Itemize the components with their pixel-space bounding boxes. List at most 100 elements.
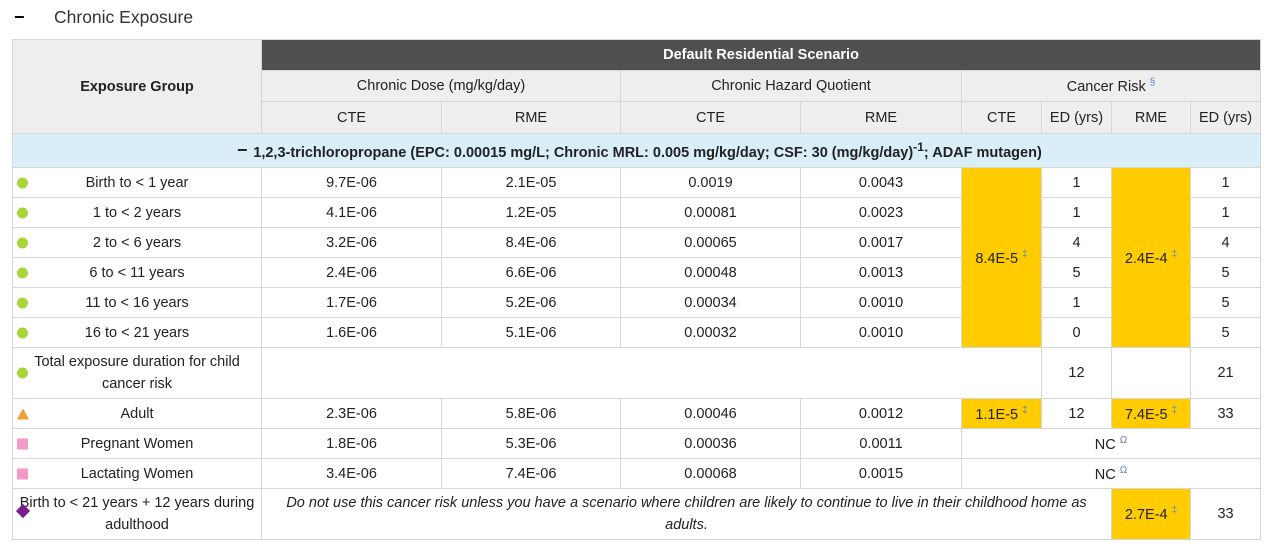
- hq-cte-cell: 0.00032: [620, 317, 801, 348]
- table-row: 2 to < 6 years 3.2E-06 8.4E-06 0.00065 0…: [12, 227, 1262, 258]
- dose-cte-cell: 2.4E-06: [261, 257, 442, 288]
- ed-rme-cell: 5: [1189, 257, 1262, 288]
- nc-footnote-link[interactable]: Ω: [1120, 465, 1127, 476]
- cancer-risk-header: Cancer Risk §: [960, 70, 1262, 102]
- not-calculated-cell: NC Ω: [960, 428, 1262, 459]
- nc-value: NC: [1094, 466, 1116, 483]
- lactating-women-row: Lactating Women 3.4E-06 7.4E-06 0.00068 …: [12, 458, 1262, 489]
- nc-footnote-link[interactable]: Ω: [1120, 435, 1127, 446]
- ed-rme-cell: 1: [1189, 167, 1262, 198]
- dose-cte-cell: 4.1E-06: [261, 197, 442, 228]
- scenario-header: Default Residential Scenario: [260, 39, 1262, 71]
- ed-cte-cell: 1: [1041, 167, 1112, 198]
- risk-footnote-link[interactable]: ‡: [1172, 249, 1178, 260]
- section-header: − Chronic Exposure: [14, 4, 193, 30]
- dose-rme-cell: 7.4E-06: [441, 458, 621, 489]
- risk-value: 2.7E-4: [1124, 506, 1168, 523]
- chemical-collapse-icon[interactable]: −: [231, 140, 253, 161]
- risk-value: 7.4E-5: [1124, 406, 1168, 423]
- group-cell: Pregnant Women: [12, 428, 262, 459]
- risk-value: 1.1E-5: [975, 406, 1019, 423]
- dose-cte-cell: 1.6E-06: [261, 317, 442, 348]
- group-cell: Total exposure duration for child cancer…: [12, 347, 262, 399]
- chemical-label-exponent: -1: [913, 139, 924, 154]
- nc-value: NC: [1094, 436, 1116, 453]
- collapse-icon[interactable]: −: [14, 8, 36, 26]
- hq-cte-cell: 0.00048: [620, 257, 801, 288]
- ed-rme-cell: 33: [1189, 398, 1262, 429]
- dose-cte-cell: 3.2E-06: [261, 227, 442, 258]
- ed-rme-cell: 5: [1189, 287, 1262, 318]
- adult-row: Adult 2.3E-06 5.8E-06 0.00046 0.0012 1.1…: [12, 398, 1262, 429]
- lifetime-note: Do not use this cancer risk unless you h…: [261, 488, 1112, 540]
- chemical-label-end: ; ADAF mutagen): [923, 144, 1042, 161]
- group-label: Pregnant Women: [80, 435, 194, 452]
- adult-marker-icon: [17, 408, 29, 419]
- pregnant-women-row: Pregnant Women 1.8E-06 5.3E-06 0.00036 0…: [12, 428, 1262, 459]
- ed-cte-header: ED (yrs): [1041, 101, 1112, 134]
- ed-cte-cell: 12: [1041, 398, 1112, 429]
- hq-rme-cell: 0.0017: [800, 227, 962, 258]
- group-label: Lactating Women: [80, 465, 194, 482]
- risk-footnote-link[interactable]: ‡: [1022, 405, 1028, 416]
- dose-cte-cell: 2.3E-06: [261, 398, 442, 429]
- hq-cte-cell: 0.00065: [620, 227, 801, 258]
- chemical-row: −1,2,3-trichloropropane (EPC: 0.00015 mg…: [11, 133, 1262, 168]
- group-cell: 11 to < 16 years: [12, 287, 262, 318]
- cancer-risk-footnote-link[interactable]: §: [1150, 77, 1156, 88]
- table-row: 16 to < 21 years 1.6E-06 5.1E-06 0.00032…: [12, 317, 1262, 348]
- group-cell: Adult: [12, 398, 262, 429]
- lifetime-risk-rme-cell: 2.7E-4 ‡: [1111, 488, 1191, 540]
- group-label: 2 to < 6 years: [92, 234, 182, 251]
- not-calculated-cell: NC Ω: [960, 458, 1262, 489]
- risk-cte-header: CTE: [961, 101, 1042, 134]
- risk-footnote-link[interactable]: ‡: [1172, 405, 1178, 416]
- group-label: Adult: [120, 405, 154, 422]
- hq-rme-cell: 0.0012: [800, 398, 962, 429]
- table-row: Birth to < 1 year 9.7E-06 2.1E-05 0.0019…: [12, 167, 1262, 348]
- child-marker-icon: [17, 177, 28, 188]
- child-marker-icon: [17, 367, 28, 379]
- group-cell: 6 to < 11 years: [12, 257, 262, 288]
- ed-rme-cell: 5: [1189, 317, 1262, 348]
- dose-rme-cell: 5.3E-06: [441, 428, 621, 459]
- hq-rme-cell: 0.0010: [800, 287, 962, 318]
- empty-cell: [1111, 347, 1191, 399]
- child-risk-rme-cell: 2.4E-4 ‡: [1111, 167, 1191, 348]
- women-marker-icon: [17, 468, 28, 479]
- group-label: Total exposure duration for child cancer…: [34, 354, 240, 392]
- group-label: 16 to < 21 years: [84, 324, 190, 341]
- ed-rme-header: ED (yrs): [1189, 101, 1262, 134]
- dose-rme-cell: 6.6E-06: [441, 257, 621, 288]
- hq-rme-cell: 0.0015: [800, 458, 962, 489]
- dose-rme-cell: 5.8E-06: [441, 398, 621, 429]
- empty-cell: [261, 347, 1042, 399]
- child-marker-icon: [17, 297, 28, 308]
- women-marker-icon: [17, 438, 28, 449]
- hq-cte-cell: 0.00068: [620, 458, 801, 489]
- chemical-label: 1,2,3-trichloropropane (EPC: 0.00015 mg/…: [253, 144, 914, 161]
- hq-cte-header: CTE: [620, 101, 801, 134]
- ed-rme-cell: 1: [1189, 197, 1262, 228]
- hazard-quotient-header: Chronic Hazard Quotient: [620, 70, 962, 102]
- risk-footnote-link[interactable]: ‡: [1022, 249, 1028, 260]
- ed-cte-cell: 0: [1041, 317, 1112, 348]
- section-title: Chronic Exposure: [54, 6, 194, 27]
- table-row: 11 to < 16 years 1.7E-06 5.2E-06 0.00034…: [12, 287, 1262, 318]
- group-cell: Birth to < 21 years + 12 years during ad…: [12, 488, 262, 540]
- risk-footnote-link[interactable]: ‡: [1172, 505, 1178, 516]
- hq-rme-cell: 0.0010: [800, 317, 962, 348]
- dose-rme-cell: 2.1E-05: [441, 167, 621, 198]
- hq-cte-cell: 0.00034: [620, 287, 801, 318]
- hq-cte-cell: 0.00046: [620, 398, 801, 429]
- dose-rme-cell: 1.2E-05: [441, 197, 621, 228]
- ed-cte-cell: 12: [1041, 347, 1112, 399]
- total-duration-row: Total exposure duration for child cancer…: [12, 347, 1262, 399]
- hq-rme-cell: 0.0011: [800, 428, 962, 459]
- cancer-risk-label: Cancer Risk: [1066, 78, 1146, 95]
- group-label: Birth to < 1 year: [85, 174, 189, 191]
- dose-cte-header: CTE: [261, 101, 442, 134]
- ed-cte-cell: 1: [1041, 287, 1112, 318]
- group-cell: Birth to < 1 year: [12, 167, 262, 198]
- adult-risk-rme-cell: 7.4E-5 ‡: [1111, 398, 1191, 429]
